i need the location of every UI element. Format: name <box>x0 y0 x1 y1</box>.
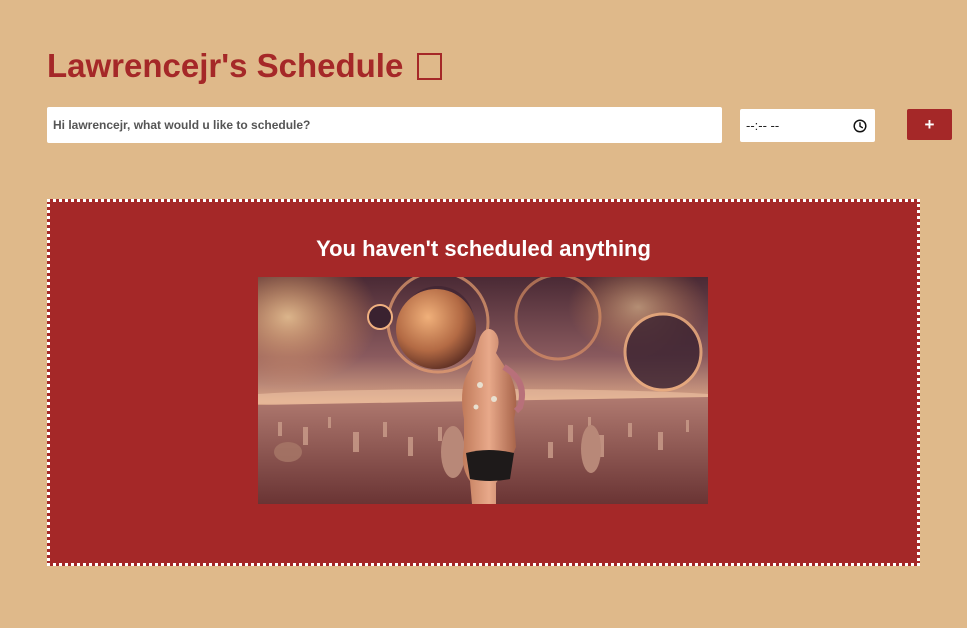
schedule-panel: You haven't scheduled anything <box>47 199 920 566</box>
task-input[interactable] <box>47 107 722 143</box>
clock-icon[interactable] <box>853 118 867 133</box>
page-title: Lawrencejr's Schedule <box>47 44 443 88</box>
time-input-value: --:-- -- <box>746 118 780 133</box>
empty-schedule-message: You haven't scheduled anything <box>316 236 651 261</box>
page-title-text: Lawrencejr's Schedule <box>47 47 404 84</box>
empty-schedule-illustration <box>258 277 708 504</box>
empty-box-icon <box>417 52 443 80</box>
time-input[interactable]: --:-- -- <box>740 109 875 142</box>
add-button[interactable]: + <box>907 109 952 140</box>
